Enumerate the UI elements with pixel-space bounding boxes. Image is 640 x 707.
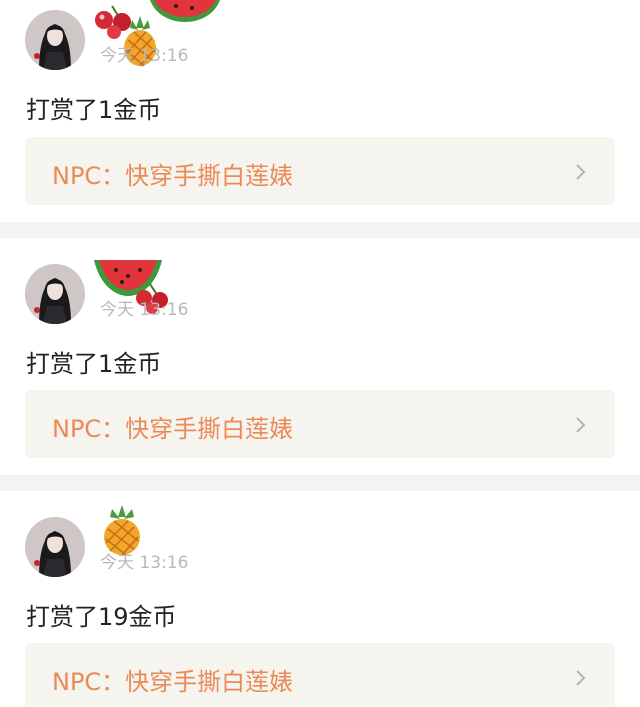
separator — [0, 475, 640, 491]
reward-feed: 今天 13:16 打赏了1金币 NPC：快穿手撕白莲婊 今天 13:16 打赏了… — [0, 0, 640, 707]
reward-text: 打赏了1金币 — [26, 96, 162, 124]
reward-item: 今天 13:16 打赏了19金币 NPC：快穿手撕白莲婊 — [0, 491, 640, 707]
timestamp: 今天 13:16 — [100, 553, 189, 573]
chevron-right-icon — [576, 670, 586, 686]
avatar-image — [25, 264, 85, 324]
reward-item: 今天 13:16 打赏了1金币 NPC：快穿手撕白莲婊 — [0, 0, 640, 222]
reward-text: 打赏了19金币 — [26, 603, 177, 631]
avatar[interactable] — [25, 517, 85, 577]
chevron-right-icon — [576, 164, 586, 180]
book-link[interactable]: NPC：快穿手撕白莲婊 — [25, 390, 615, 458]
timestamp: 今天 13:16 — [100, 46, 189, 66]
separator — [0, 222, 640, 238]
book-link-label: NPC：快穿手撕白莲婊 — [52, 668, 294, 696]
book-link[interactable]: NPC：快穿手撕白莲婊 — [25, 643, 615, 707]
reward-item: 今天 13:16 打赏了1金币 NPC：快穿手撕白莲婊 — [0, 238, 640, 475]
avatar[interactable] — [25, 10, 85, 70]
reward-text: 打赏了1金币 — [26, 350, 162, 378]
book-link-label: NPC：快穿手撕白莲婊 — [52, 415, 294, 443]
chevron-right-icon — [576, 417, 586, 433]
avatar-image — [25, 517, 85, 577]
avatar-image — [25, 10, 85, 70]
timestamp: 今天 13:16 — [100, 300, 189, 320]
avatar[interactable] — [25, 264, 85, 324]
book-link-label: NPC：快穿手撕白莲婊 — [52, 162, 294, 190]
book-link[interactable]: NPC：快穿手撕白莲婊 — [25, 137, 615, 205]
